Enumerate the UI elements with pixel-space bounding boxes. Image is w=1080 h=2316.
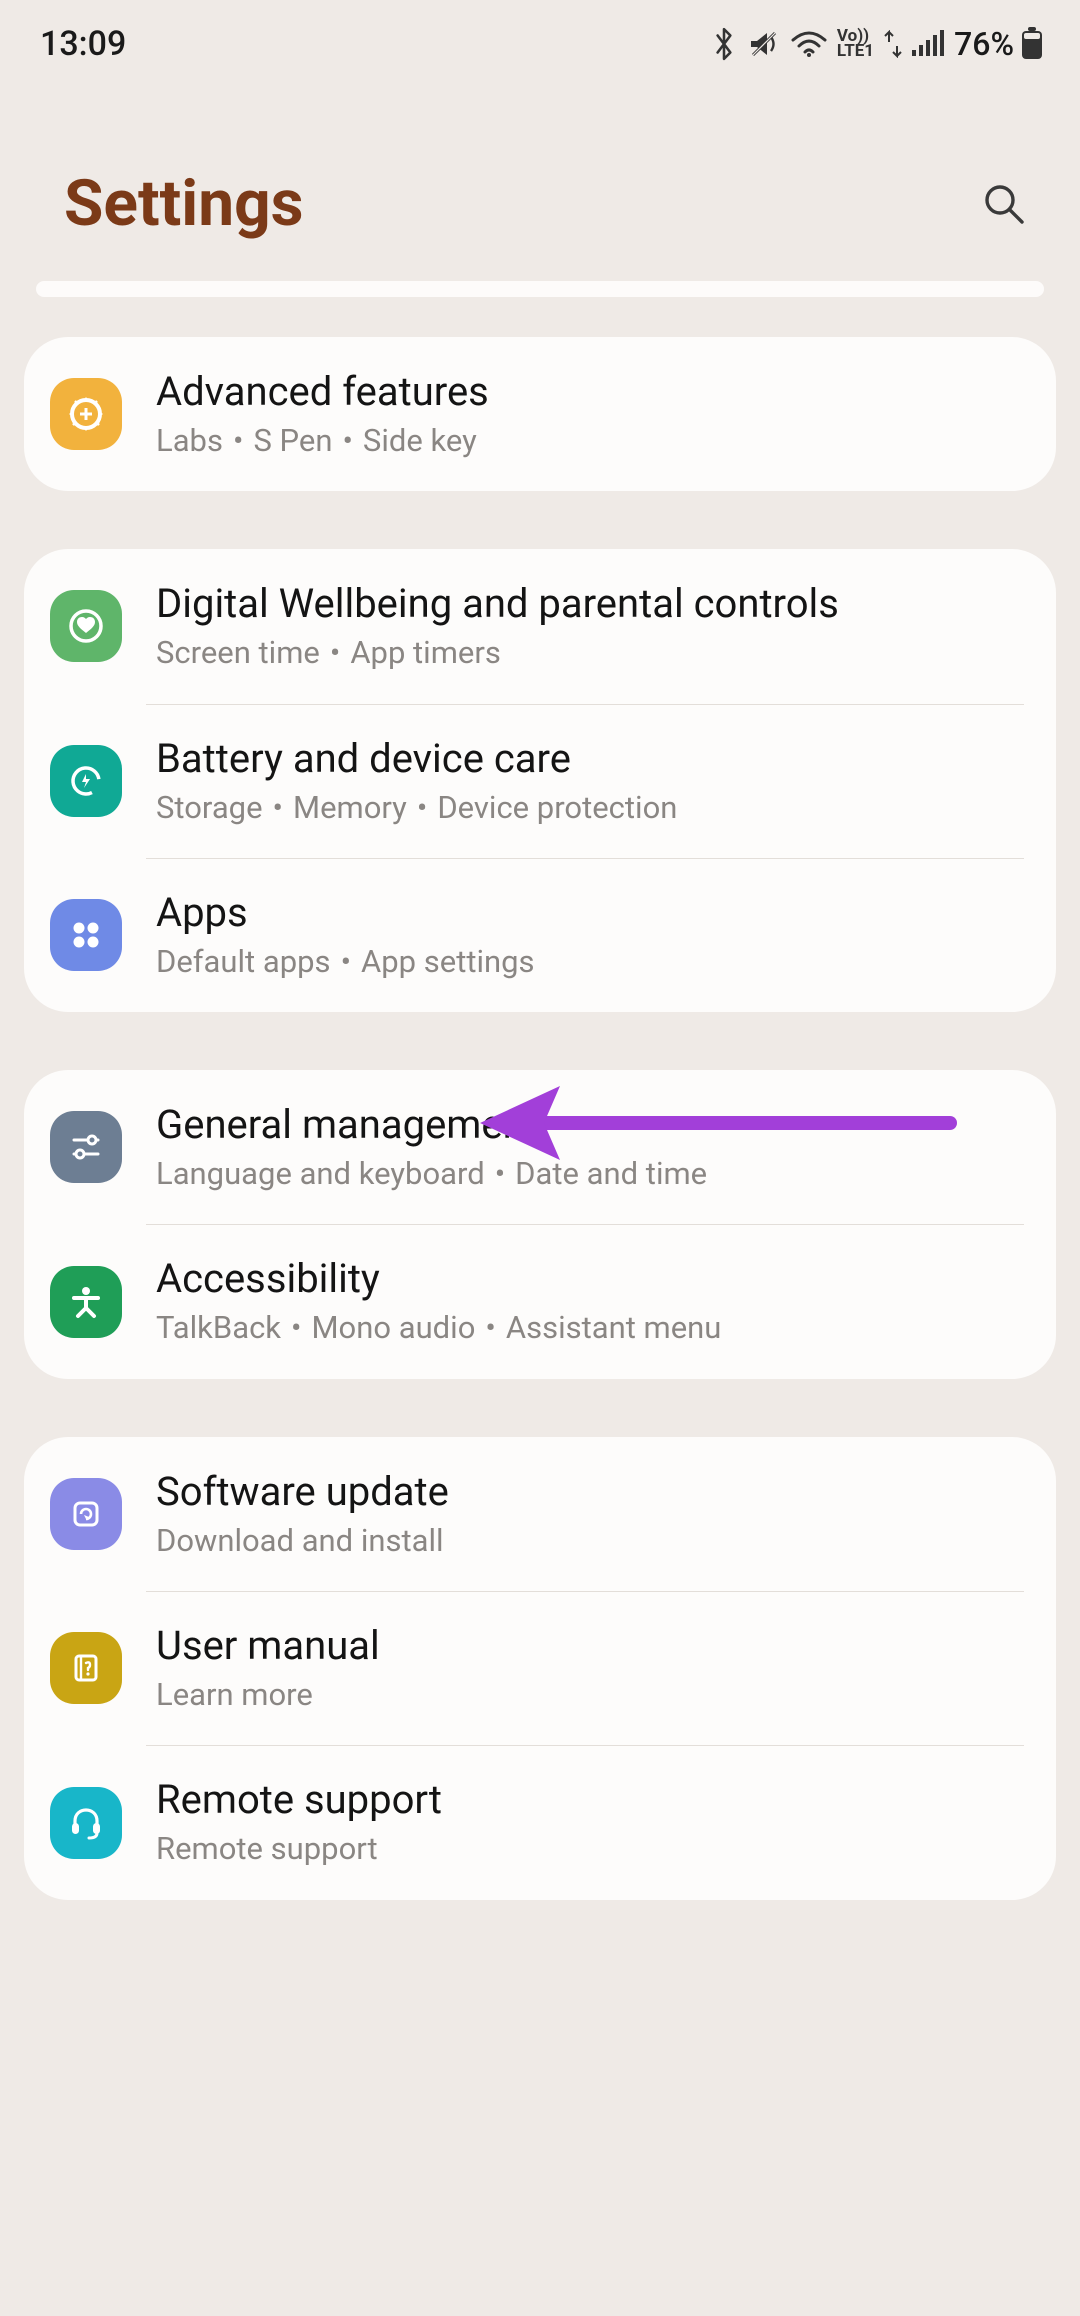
settings-item-title: Remote support: [156, 1775, 1022, 1825]
battery-care-icon: [50, 745, 122, 817]
bluetooth-icon: [711, 27, 737, 61]
settings-item-title: Digital Wellbeing and parental controls: [156, 579, 1022, 629]
signal-icon: [912, 30, 944, 58]
settings-group: Digital Wellbeing and parental controls …: [24, 549, 1056, 1012]
settings-item-subtitle: Storage•Memory•Device protection: [156, 788, 1022, 828]
scroll-indicator: [36, 281, 1044, 297]
search-icon: [980, 180, 1028, 228]
settings-item-title: General management: [156, 1100, 1022, 1150]
wellbeing-icon: [50, 590, 122, 662]
settings-item-subtitle: Download and install: [156, 1521, 1022, 1561]
settings-item-battery-device-care[interactable]: Battery and device care Storage•Memory•D…: [24, 704, 1056, 858]
settings-item-title: Accessibility: [156, 1254, 1022, 1304]
settings-item-software-update[interactable]: Software update Download and install: [24, 1437, 1056, 1591]
settings-item-subtitle: Labs•S Pen•Side key: [156, 421, 1022, 461]
settings-item-subtitle: Remote support: [156, 1829, 1022, 1869]
settings-group: General management Language and keyboard…: [24, 1070, 1056, 1379]
battery-icon: [1020, 27, 1044, 61]
settings-item-user-manual[interactable]: User manual Learn more: [24, 1591, 1056, 1745]
apps-icon: [50, 899, 122, 971]
advanced-features-icon: [50, 378, 122, 450]
user-manual-icon: [50, 1632, 122, 1704]
status-bar: 13:09 Vo))LTE1 76%: [0, 0, 1080, 76]
battery-pct: 76%: [954, 25, 1014, 63]
accessibility-icon: [50, 1266, 122, 1338]
settings-item-general-management[interactable]: General management Language and keyboard…: [24, 1070, 1056, 1224]
settings-item-remote-support[interactable]: Remote support Remote support: [24, 1745, 1056, 1899]
settings-item-subtitle: Language and keyboard•Date and time: [156, 1154, 1022, 1194]
settings-item-subtitle: Learn more: [156, 1675, 1022, 1715]
settings-item-title: Battery and device care: [156, 734, 1022, 784]
updown-icon: [884, 30, 902, 58]
general-management-icon: [50, 1111, 122, 1183]
remote-support-icon: [50, 1787, 122, 1859]
wifi-icon: [791, 30, 827, 58]
settings-item-accessibility[interactable]: Accessibility TalkBack•Mono audio•Assist…: [24, 1224, 1056, 1378]
settings-item-advanced-features[interactable]: Advanced features Labs•S Pen•Side key: [24, 337, 1056, 491]
volte-icon: Vo))LTE1: [837, 29, 874, 60]
settings-item-subtitle: TalkBack•Mono audio•Assistant menu: [156, 1308, 1022, 1348]
status-time: 13:09: [40, 24, 126, 64]
header: Settings: [0, 76, 1080, 281]
settings-group: Advanced features Labs•S Pen•Side key: [24, 337, 1056, 491]
vibrate-icon: [747, 29, 781, 59]
settings-group: Software update Download and install Use…: [24, 1437, 1056, 1900]
search-button[interactable]: [976, 176, 1032, 232]
software-update-icon: [50, 1478, 122, 1550]
settings-item-apps[interactable]: Apps Default apps•App settings: [24, 858, 1056, 1012]
settings-item-title: Apps: [156, 888, 1022, 938]
settings-item-title: Software update: [156, 1467, 1022, 1517]
settings-item-title: Advanced features: [156, 367, 1022, 417]
page-title: Settings: [64, 166, 304, 241]
settings-item-subtitle: Default apps•App settings: [156, 942, 1022, 982]
settings-item-title: User manual: [156, 1621, 1022, 1671]
settings-item-subtitle: Screen time•App timers: [156, 633, 1022, 673]
settings-item-digital-wellbeing[interactable]: Digital Wellbeing and parental controls …: [24, 549, 1056, 703]
status-icons: Vo))LTE1 76%: [711, 25, 1044, 63]
